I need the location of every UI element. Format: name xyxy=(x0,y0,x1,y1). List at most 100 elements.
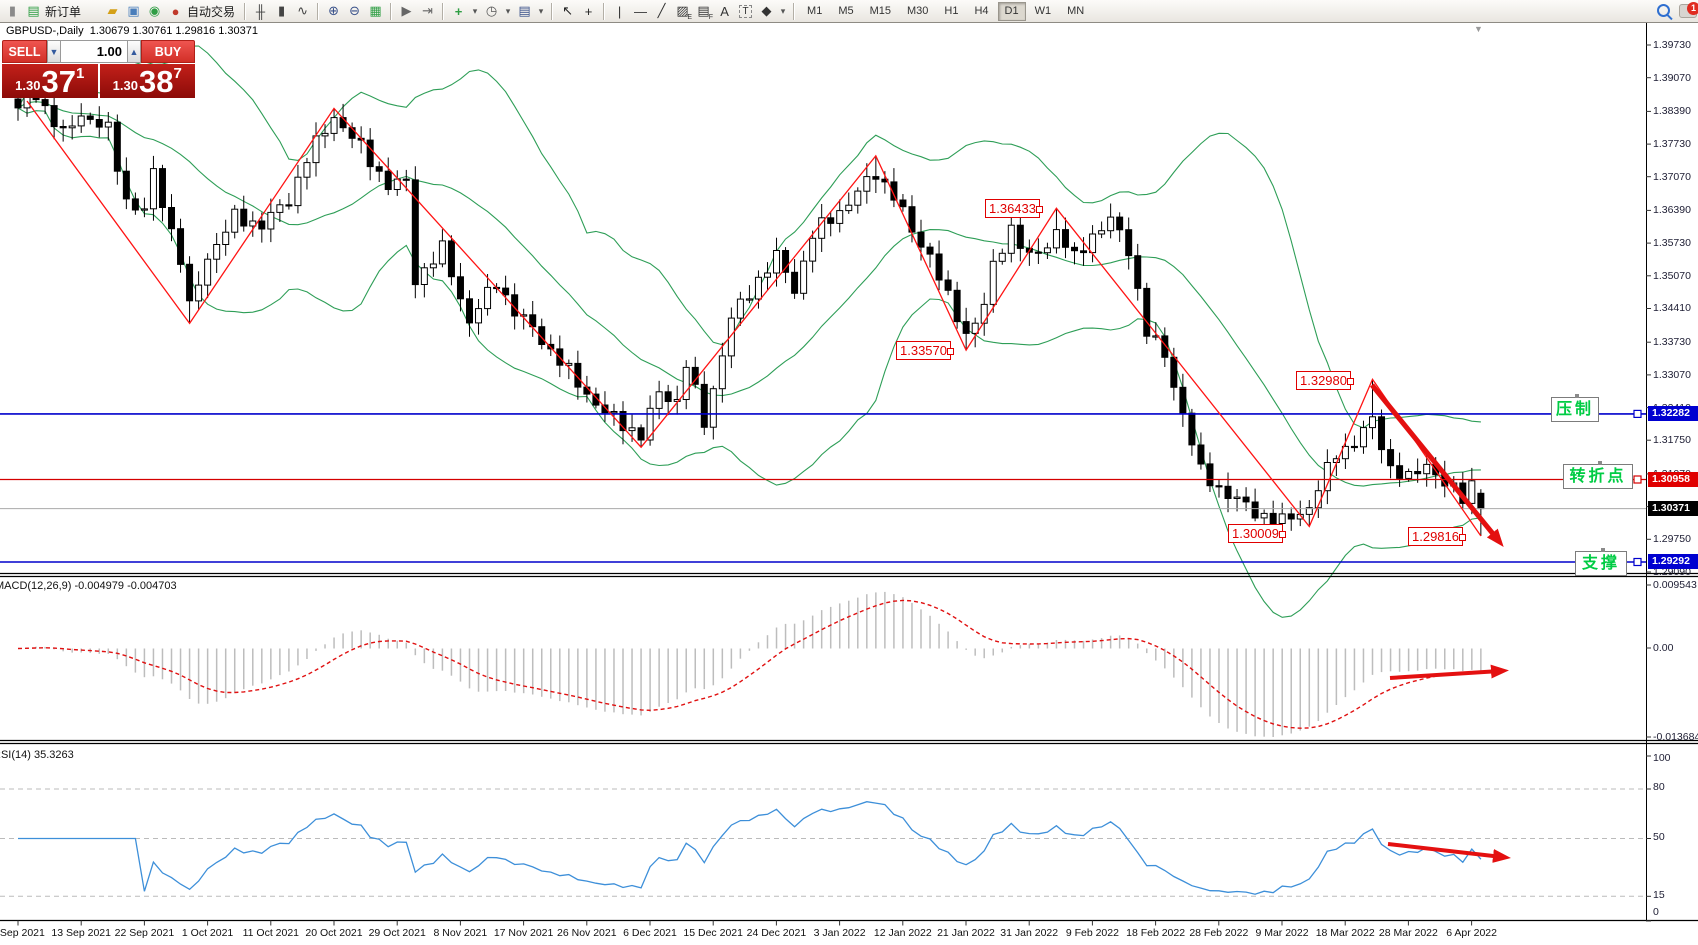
autotrading-icon[interactable]: ● xyxy=(166,2,185,21)
price-axis-tick-label: 1.29750 xyxy=(1653,533,1691,545)
signal-icon[interactable]: ◉ xyxy=(145,2,164,21)
charts-icon[interactable]: ▰ xyxy=(103,2,122,21)
price-tag-label[interactable]: 1.29816 xyxy=(1408,527,1463,546)
annotation-text-label[interactable]: 转折点 xyxy=(1563,464,1633,489)
date-axis-label: 13 Sep 2021 xyxy=(51,927,111,939)
tag-anchor xyxy=(1036,206,1043,213)
new-order-button[interactable]: 新订单 xyxy=(45,3,81,20)
sell-button[interactable]: SELL xyxy=(2,40,47,63)
clipped-window-icon[interactable]: ▮ xyxy=(3,2,22,21)
price-axis-tick-label: 1.35070 xyxy=(1653,270,1691,282)
templates-icon[interactable]: ▤ xyxy=(515,2,534,21)
new-order-icon[interactable]: ▤ xyxy=(24,2,43,21)
annotation-text-label[interactable]: 支撑 xyxy=(1575,551,1627,576)
date-axis-label: 18 Feb 2022 xyxy=(1126,927,1185,939)
label-anchor xyxy=(1601,548,1605,552)
toolbar-separator xyxy=(317,3,319,20)
toolbar-separator xyxy=(442,3,444,20)
annotation-text-label[interactable]: 压制 xyxy=(1551,397,1599,422)
fibonacci-icon[interactable]: ▤F xyxy=(694,2,713,21)
periods-icon[interactable]: ◷ xyxy=(482,2,501,21)
sell-price-big: 37 xyxy=(41,67,75,97)
dropdown-caret-icon[interactable]: ▾ xyxy=(778,2,788,21)
macd-axis-tick-label: -0.013684 xyxy=(1653,731,1698,743)
terminal-icon[interactable]: ▣ xyxy=(124,2,143,21)
date-axis-label: 6 Apr 2022 xyxy=(1446,927,1497,939)
volume-increase-button[interactable]: ▲ xyxy=(127,40,141,63)
buy-price-display[interactable]: 1.30 38 7 xyxy=(100,64,196,98)
date-axis-label: 21 Jan 2022 xyxy=(937,927,995,939)
timeframe-button-MN[interactable]: MN xyxy=(1060,2,1091,21)
timeframe-button-D1[interactable]: D1 xyxy=(998,2,1026,21)
sell-price-display[interactable]: 1.30 37 1 xyxy=(2,64,98,98)
horizontal-line-icon[interactable]: — xyxy=(631,2,650,21)
timeframe-button-H1[interactable]: H1 xyxy=(937,2,965,21)
date-axis-label: 24 Dec 2021 xyxy=(747,927,807,939)
chart-shift-icon[interactable]: ⇥ xyxy=(418,2,437,21)
crosshair-icon[interactable]: + xyxy=(579,2,598,21)
date-axis-label: 17 Nov 2021 xyxy=(494,927,554,939)
price-axis-tick-label: 1.37730 xyxy=(1653,138,1691,150)
candlestick-chart-icon[interactable]: ▮ xyxy=(272,2,291,21)
sell-price-sup: 1 xyxy=(76,65,84,82)
label-anchor xyxy=(1575,394,1579,398)
macd-indicator-label: MACD(12,26,9) -0.004979 -0.004703 xyxy=(0,580,177,592)
zoom-out-icon[interactable]: ⊖ xyxy=(345,2,364,21)
timeframe-button-M1[interactable]: M1 xyxy=(800,2,829,21)
trendline-icon[interactable]: ╱ xyxy=(652,2,671,21)
search-icon[interactable] xyxy=(1657,4,1670,17)
auto-scroll-icon[interactable]: ▶ xyxy=(397,2,416,21)
price-axis-badge: 1.32282 xyxy=(1648,406,1698,421)
tag-anchor xyxy=(1459,534,1466,541)
date-axis-label: 22 Sep 2021 xyxy=(115,927,175,939)
date-axis-label: 29 Oct 2021 xyxy=(369,927,426,939)
rsi-axis-tick-label: 15 xyxy=(1653,889,1665,901)
volume-input[interactable] xyxy=(61,40,127,63)
line-chart-icon[interactable]: ∿ xyxy=(293,2,312,21)
mt4-window: { "toolbar": { "new_order_label": "新订单",… xyxy=(0,0,1698,945)
notification-bubble-icon[interactable]: 1 xyxy=(1679,4,1697,18)
toolbar-separator xyxy=(244,3,246,20)
tile-windows-icon[interactable]: ▦ xyxy=(366,2,385,21)
zoom-in-icon[interactable]: ⊕ xyxy=(324,2,343,21)
tag-anchor xyxy=(1279,531,1286,538)
rsi-axis-tick-label: 0 xyxy=(1653,906,1659,918)
price-axis-tick-label: 1.34410 xyxy=(1653,302,1691,314)
chart-collapse-arrow-icon[interactable]: ▼ xyxy=(1474,24,1483,34)
buy-price-sup: 7 xyxy=(173,65,181,82)
arrows-icon[interactable]: ◆ xyxy=(757,2,776,21)
bar-chart-icon[interactable]: ╫ xyxy=(251,2,270,21)
macd-pane xyxy=(18,592,1481,737)
buy-button[interactable]: BUY xyxy=(141,40,195,63)
toolbar-separator xyxy=(603,3,605,20)
vertical-line-icon[interactable]: | xyxy=(610,2,629,21)
dropdown-caret-icon[interactable]: ▾ xyxy=(470,2,480,21)
price-tag-label[interactable]: 1.32980 xyxy=(1296,371,1351,390)
tag-anchor xyxy=(947,348,954,355)
tag-anchor xyxy=(1347,378,1354,385)
indicators-add-icon[interactable]: + xyxy=(449,2,468,21)
macd-axis-tick-label: 0.00 xyxy=(1653,642,1673,654)
dropdown-caret-icon[interactable]: ▾ xyxy=(536,2,546,21)
timeframe-button-M15[interactable]: M15 xyxy=(863,2,898,21)
date-axis-label: 26 Nov 2021 xyxy=(557,927,617,939)
text-label-icon[interactable]: T xyxy=(736,2,755,21)
timeframe-button-M30[interactable]: M30 xyxy=(900,2,935,21)
volume-decrease-button[interactable]: ▼ xyxy=(47,40,61,63)
price-tag-label[interactable]: 1.36433 xyxy=(985,199,1040,218)
price-axis-tick-label: 1.37070 xyxy=(1653,171,1691,183)
price-tag-label[interactable]: 1.33570 xyxy=(896,341,951,360)
rsi-axis-tick-label: 100 xyxy=(1653,752,1671,764)
rsi-axis-tick-label: 50 xyxy=(1653,831,1665,843)
chart-canvas[interactable] xyxy=(0,0,1698,945)
text-icon[interactable]: A xyxy=(715,2,734,21)
horizontal-level-lines[interactable] xyxy=(0,410,1646,565)
channel-icon[interactable]: ▨E xyxy=(673,2,692,21)
timeframe-button-H4[interactable]: H4 xyxy=(967,2,995,21)
price-tag-label[interactable]: 1.30009 xyxy=(1228,524,1283,543)
timeframe-button-M5[interactable]: M5 xyxy=(831,2,860,21)
timeframe-button-W1[interactable]: W1 xyxy=(1028,2,1059,21)
autotrading-button[interactable]: 自动交易 xyxy=(187,3,235,20)
dropdown-caret-icon[interactable]: ▾ xyxy=(503,2,513,21)
cursor-icon[interactable]: ↖ xyxy=(558,2,577,21)
